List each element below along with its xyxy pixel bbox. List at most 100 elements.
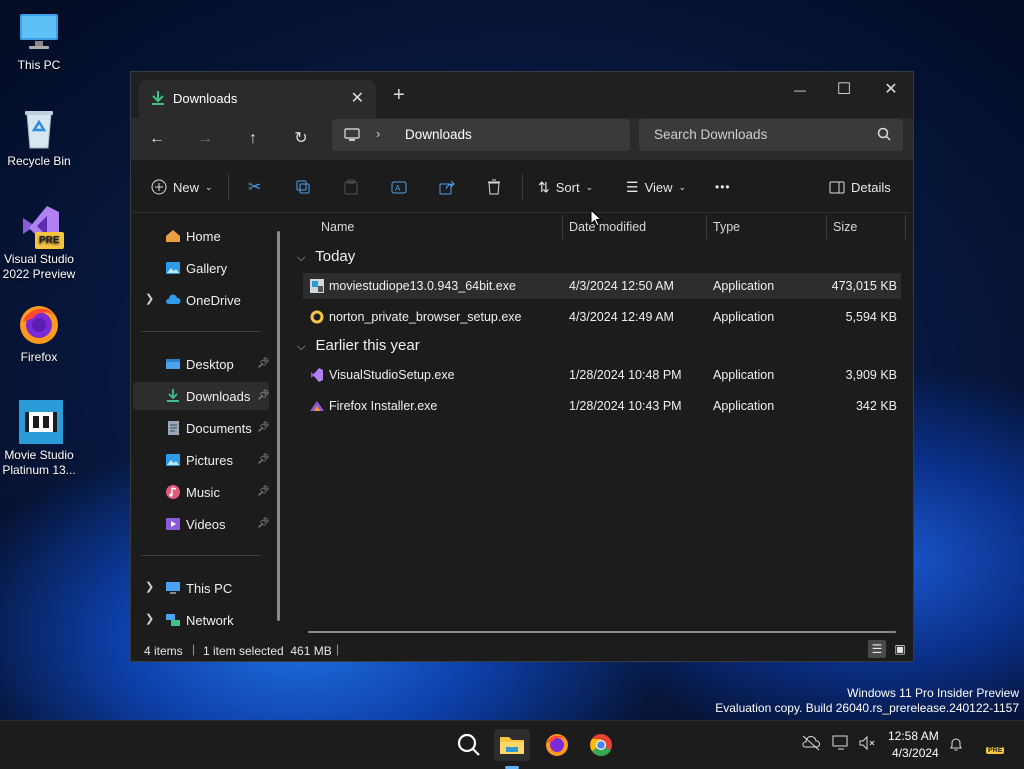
- file-size: 3,909 KB: [845, 368, 897, 382]
- file-row[interactable]: VisualStudioSetup.exe 1/28/2024 10:48 PM…: [303, 362, 901, 388]
- nav-item-documents[interactable]: Documents 📌︎: [133, 414, 270, 442]
- taskbar-file-explorer-button[interactable]: [494, 729, 530, 769]
- chevron-right-icon[interactable]: ❯: [145, 612, 154, 625]
- nav-item-music[interactable]: Music 📌︎: [133, 478, 270, 506]
- network-icon[interactable]: [832, 735, 850, 756]
- desktop-icon-label: Movie Studio Platinum 13...: [2, 448, 76, 477]
- details-pane-button[interactable]: Details: [829, 176, 891, 198]
- column-divider[interactable]: [826, 215, 827, 239]
- volume-muted-icon[interactable]: [858, 735, 876, 756]
- column-header-date[interactable]: Date modified: [569, 220, 646, 234]
- pin-icon[interactable]: 📌︎: [257, 422, 270, 433]
- column-header-type[interactable]: Type: [713, 220, 740, 234]
- selection-info: 1 item selected 461 MB: [203, 644, 332, 658]
- monitor-icon: [165, 581, 181, 595]
- file-row[interactable]: moviestudiope13.0.943_64bit.exe 4/3/2024…: [303, 273, 901, 299]
- minimize-button[interactable]: —: [777, 76, 823, 104]
- pin-icon[interactable]: 📌︎: [257, 518, 270, 529]
- column-header-name[interactable]: Name: [321, 220, 354, 234]
- file-type: Application: [713, 399, 775, 413]
- delete-icon[interactable]: [487, 176, 501, 198]
- nav-item-onedrive[interactable]: ❯ OneDrive: [133, 286, 269, 314]
- desktop-icon-movie-studio[interactable]: Movie Studio Platinum 13...: [0, 400, 78, 478]
- tab-downloads[interactable]: Downloads ✕: [139, 80, 376, 118]
- taskbar-firefox-button[interactable]: [539, 729, 575, 761]
- nav-item-desktop[interactable]: Desktop 📌︎: [133, 350, 270, 378]
- column-divider[interactable]: [905, 215, 906, 239]
- paste-icon[interactable]: [344, 176, 358, 198]
- nav-scrollbar[interactable]: [277, 231, 280, 621]
- back-arrow-icon[interactable]: ←: [142, 126, 172, 152]
- address-bar[interactable]: › Downloads: [332, 119, 630, 151]
- desktop-icon-visual-studio[interactable]: PRE Visual Studio 2022 Preview: [0, 204, 78, 282]
- nav-item-downloads[interactable]: Downloads 📌︎: [133, 382, 270, 410]
- desktop-folder-icon: [165, 357, 181, 371]
- file-date: 1/28/2024 10:43 PM: [569, 399, 682, 413]
- nav-label: Pictures: [186, 453, 233, 468]
- clock-time[interactable]: 12:58 AM: [888, 729, 939, 743]
- pin-icon[interactable]: 📌︎: [257, 358, 270, 369]
- firefox-icon: [546, 734, 568, 756]
- copy-icon[interactable]: [296, 176, 311, 198]
- status-divider: |: [192, 642, 196, 656]
- share-icon[interactable]: [439, 176, 455, 198]
- taskbar-search-button[interactable]: [451, 729, 487, 761]
- nav-item-this-pc[interactable]: ❯ This PC: [133, 574, 269, 602]
- new-button[interactable]: New ⌄: [151, 176, 213, 198]
- address-segment[interactable]: Downloads: [405, 127, 472, 142]
- nav-item-pictures[interactable]: Pictures 📌︎: [133, 446, 270, 474]
- firefox-icon: [309, 398, 325, 417]
- sort-button[interactable]: ⇅ Sort ⌄: [538, 176, 593, 198]
- up-arrow-icon[interactable]: ↑: [238, 126, 268, 152]
- desktop-icon-firefox[interactable]: Firefox: [0, 302, 78, 365]
- column-divider[interactable]: [706, 215, 707, 239]
- rename-icon[interactable]: A: [391, 176, 407, 198]
- recycle-bin-icon: [17, 106, 61, 150]
- chevron-right-icon[interactable]: ›: [376, 126, 380, 141]
- maximize-button[interactable]: ☐: [821, 76, 867, 104]
- nav-label: This PC: [186, 581, 233, 596]
- notification-bell-icon[interactable]: [948, 736, 964, 757]
- group-header-today[interactable]: ⌵ Today: [297, 248, 355, 265]
- file-row[interactable]: norton_private_browser_setup.exe 4/3/202…: [303, 304, 901, 330]
- details-view-icon[interactable]: ☰: [868, 640, 886, 658]
- pin-icon[interactable]: 📌︎: [257, 390, 270, 401]
- search-icon[interactable]: [877, 127, 891, 146]
- group-header-earlier[interactable]: ⌵ Earlier this year: [297, 337, 420, 354]
- chevron-right-icon[interactable]: ❯: [145, 292, 154, 305]
- nav-item-home[interactable]: Home: [133, 222, 269, 250]
- chevron-right-icon[interactable]: ❯: [145, 580, 154, 593]
- more-options-button[interactable]: •••: [715, 176, 731, 198]
- forward-arrow-icon[interactable]: →: [190, 126, 220, 152]
- nav-item-gallery[interactable]: Gallery: [133, 254, 269, 282]
- column-divider[interactable]: [562, 215, 563, 239]
- pin-icon[interactable]: 📌︎: [257, 486, 270, 497]
- new-tab-button[interactable]: +: [393, 84, 405, 107]
- cloud-offline-icon[interactable]: [801, 735, 821, 756]
- nav-item-network[interactable]: ❯ Network: [133, 606, 269, 634]
- installer-icon: [309, 278, 325, 297]
- file-row[interactable]: Firefox Installer.exe 1/28/2024 10:43 PM…: [303, 393, 901, 419]
- close-window-button[interactable]: ✕: [868, 76, 914, 104]
- tiles-view-icon[interactable]: ▣: [891, 640, 909, 658]
- chevron-down-icon: ⌵: [297, 252, 306, 264]
- column-header-size[interactable]: Size: [833, 220, 857, 234]
- desktop-icon-label: Firefox: [20, 350, 58, 364]
- close-tab-icon[interactable]: ✕: [351, 88, 364, 108]
- file-name: Firefox Installer.exe: [329, 399, 438, 413]
- taskbar-chrome-button[interactable]: [583, 729, 619, 761]
- search-box[interactable]: Search Downloads: [639, 119, 903, 151]
- cut-icon[interactable]: ✂: [248, 176, 261, 198]
- desktop-icon-recycle-bin[interactable]: Recycle Bin: [0, 106, 78, 169]
- monitor-icon: [17, 10, 61, 54]
- search-input[interactable]: Search Downloads: [654, 127, 767, 142]
- refresh-icon[interactable]: ↻: [286, 126, 316, 152]
- plus-circle-icon: [151, 179, 167, 195]
- clock-date[interactable]: 4/3/2024: [892, 746, 939, 760]
- nav-item-videos[interactable]: Videos 📌︎: [133, 510, 270, 538]
- desktop-icon-this-pc[interactable]: This PC: [0, 10, 78, 73]
- view-button[interactable]: ☰ View ⌄: [626, 176, 686, 198]
- music-icon: [165, 485, 181, 499]
- pin-icon[interactable]: 📌︎: [257, 454, 270, 465]
- horizontal-scrollbar[interactable]: [308, 631, 896, 633]
